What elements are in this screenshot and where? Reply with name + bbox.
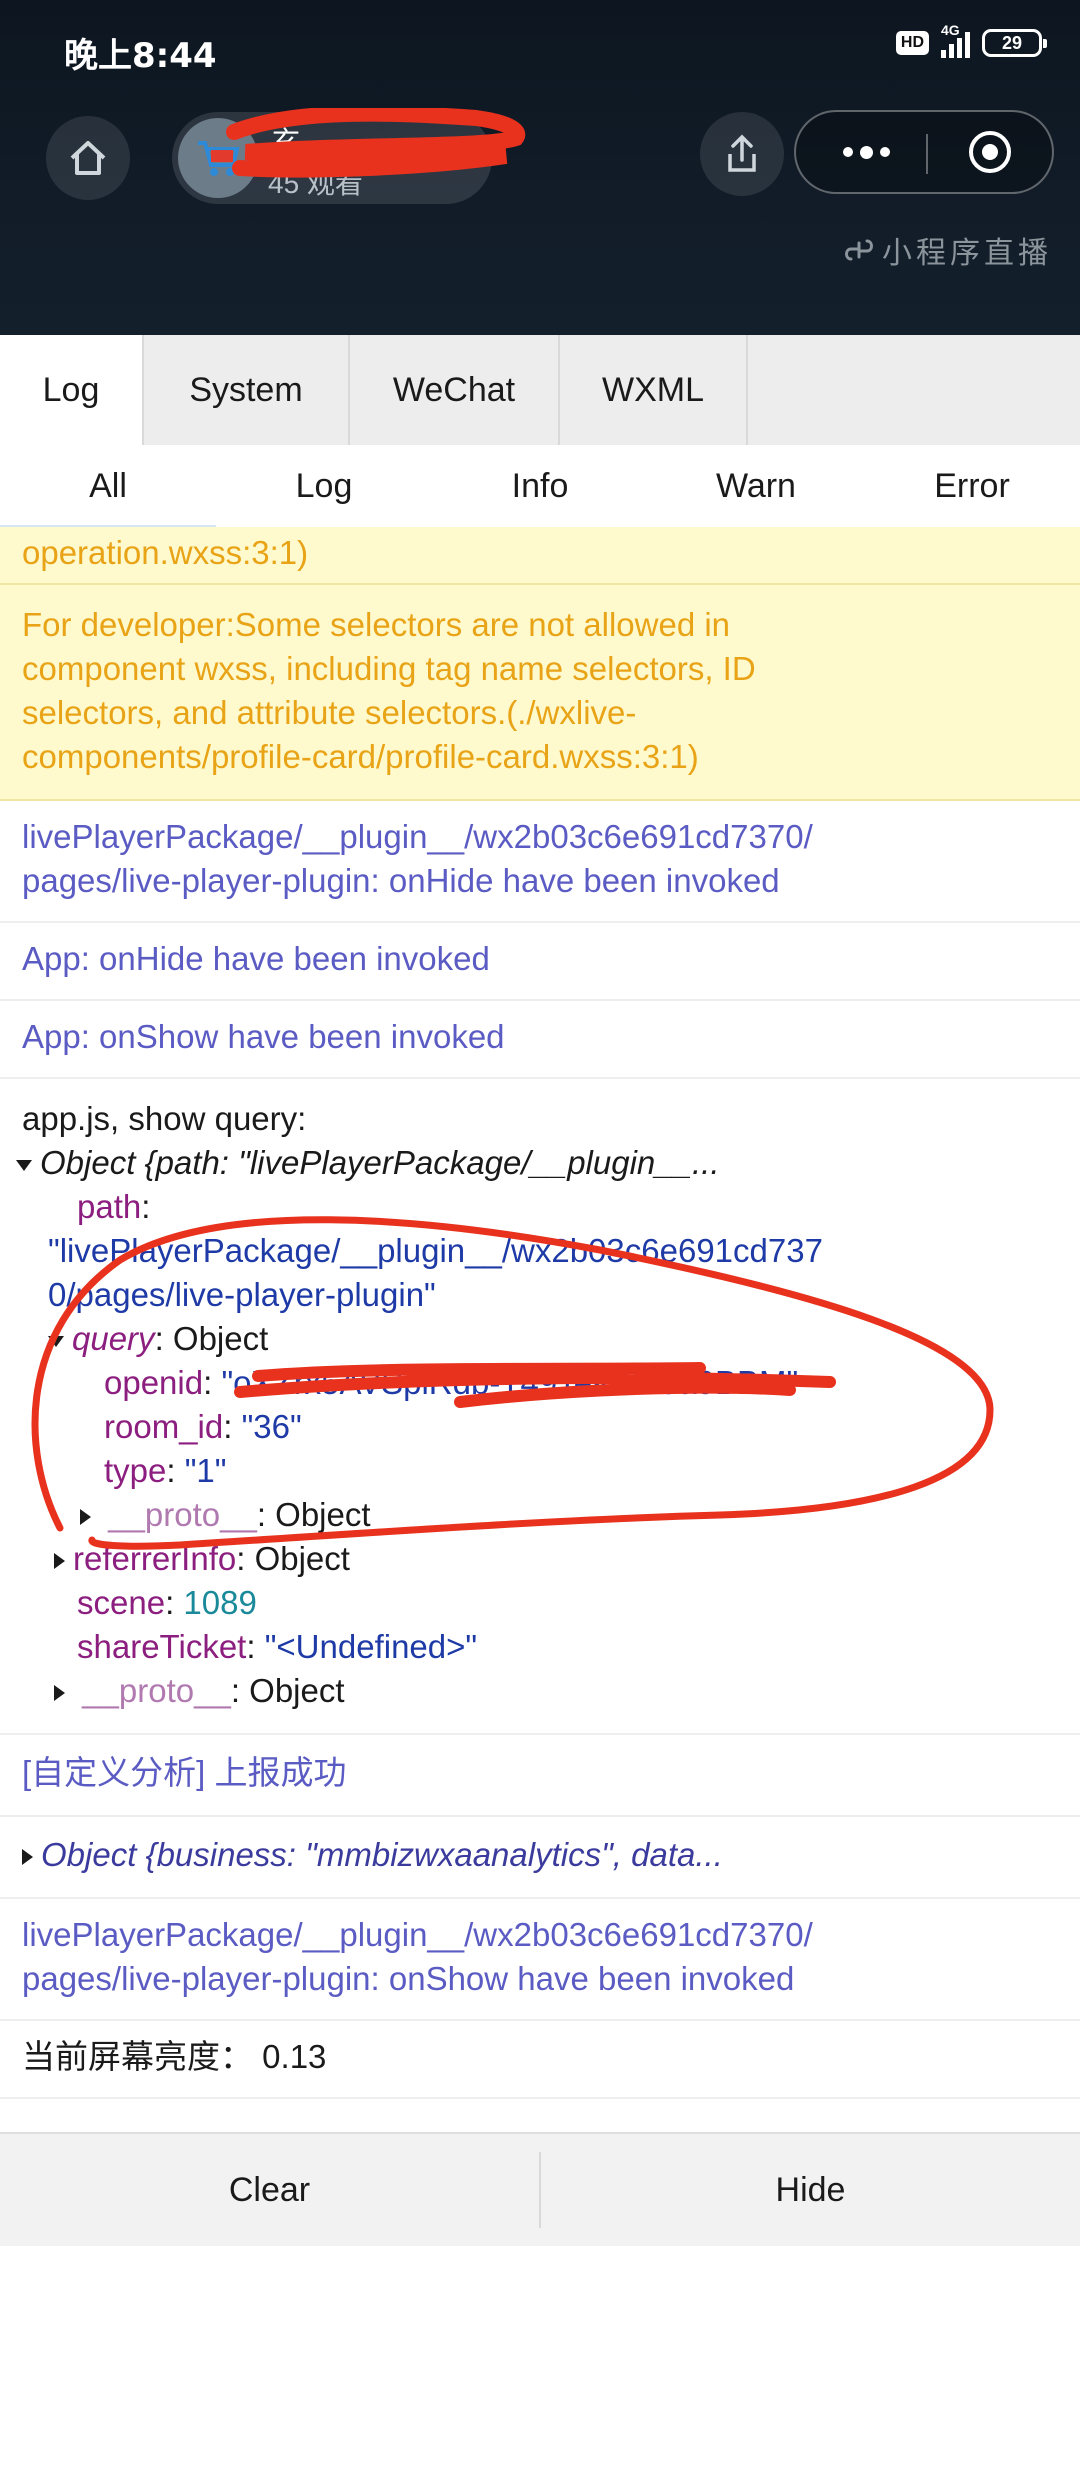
hd-icon: HD	[895, 31, 929, 55]
log-text: 当前屏幕亮度： 0.13	[22, 2038, 327, 2075]
prop-key: __proto__	[82, 1672, 231, 1709]
expand-arrow-icon	[80, 1509, 91, 1526]
log-entry-info: App: onShow have been invoked	[0, 1001, 1080, 1079]
tab-wechat[interactable]: WeChat	[350, 335, 560, 445]
prop-value: Object	[249, 1672, 345, 1709]
close-circle-icon	[969, 131, 1011, 173]
log-entry-warn: operation.wxss:3:1)	[0, 527, 1080, 585]
log-text: [自定义分析] 上报成功	[22, 1754, 347, 1791]
filter-all[interactable]: All	[0, 445, 216, 527]
prop-value: "36"	[241, 1408, 302, 1445]
log-entry-info: livePlayerPackage/__plugin__/wx2b03c6e69…	[0, 801, 1080, 923]
log-text: For developer:Some selectors are not all…	[22, 606, 731, 643]
tab-wxml[interactable]: WXML	[560, 335, 748, 445]
home-icon	[70, 141, 106, 175]
status-bar: 晚上8:44 HD 4G 29	[0, 0, 1080, 100]
home-button[interactable]	[46, 116, 130, 200]
log-text: pages/live-player-plugin: onShow have be…	[22, 1960, 795, 1997]
prop-key: query	[72, 1320, 155, 1357]
console-footer: Clear Hide	[0, 2132, 1080, 2246]
mini-program-live-label: 小程序直播	[842, 228, 1052, 272]
filter-log[interactable]: Log	[216, 445, 432, 527]
filter-warn[interactable]: Warn	[648, 445, 864, 527]
prop-key: room_id	[104, 1408, 224, 1445]
log-text: livePlayerPackage/__plugin__/wx2b03c6e69…	[22, 818, 813, 855]
status-icons: HD 4G 29	[895, 22, 1047, 58]
vconsole-panel: Log System WeChat WXML All Log Info Warn…	[0, 335, 1080, 2246]
prop-value: "livePlayerPackage/__plugin__/wx2b03c6e6…	[48, 1232, 823, 1269]
live-room-header: 晚上8:44 HD 4G 29 玄 45 观看 小程序直播	[0, 0, 1080, 335]
tab-log[interactable]: Log	[0, 335, 144, 445]
prop-value: "<Undefined>"	[264, 1628, 478, 1665]
prop-value: Object	[172, 1320, 269, 1357]
prop-key: openid	[104, 1364, 204, 1401]
proto-toggle[interactable]: __proto__: Object	[22, 1493, 1058, 1537]
prop-value: 1089	[183, 1584, 257, 1621]
log-entry-info: App: onHide have been invoked	[0, 923, 1080, 1001]
console-tabs: Log System WeChat WXML	[0, 335, 1080, 446]
expand-arrow-icon	[54, 1553, 65, 1570]
prop-value: 0/pages/live-player-plugin"	[48, 1276, 436, 1313]
log-entry-info: livePlayerPackage/__plugin__/wx2b03c6e69…	[0, 1899, 1080, 2021]
object-summary: Object {path: "livePlayerPackage/__plugi…	[40, 1144, 720, 1181]
log-text: component wxss, including tag name selec…	[22, 650, 756, 687]
expand-arrow-icon	[22, 1849, 33, 1866]
log-text: operation.wxss:3:1)	[22, 534, 309, 571]
prop-value: Object	[275, 1496, 371, 1533]
miniprogram-icon	[845, 239, 873, 261]
mini-program-label-text: 小程序直播	[882, 236, 1052, 271]
log-entry-info: [自定义分析] 上报成功	[0, 1735, 1080, 1817]
collapse-arrow-icon	[16, 1159, 32, 1171]
log-text: app.js, show query:	[22, 1100, 307, 1137]
log-entry-object[interactable]: Object {business: "mmbizwxaanalytics", d…	[0, 1817, 1080, 1899]
log-text: selectors, and attribute selectors.(./wx…	[22, 694, 637, 731]
battery-icon: 29	[982, 29, 1047, 57]
share-button[interactable]	[700, 112, 784, 196]
prop-value: Object	[254, 1540, 350, 1577]
more-button[interactable]	[816, 112, 916, 192]
network-type: 4G	[941, 22, 960, 38]
close-button[interactable]	[940, 112, 1040, 192]
prop-key: shareTicket	[77, 1628, 247, 1665]
filter-error[interactable]: Error	[864, 445, 1080, 527]
prop-key: path	[77, 1188, 142, 1225]
signal-icon: 4G	[941, 22, 970, 58]
expand-arrow-icon	[54, 1685, 65, 1702]
log-text: App: onShow have been invoked	[22, 1018, 505, 1055]
log-entry-warn: For developer:Some selectors are not all…	[0, 585, 1080, 801]
prop-key: __proto__	[108, 1496, 257, 1533]
object-toggle[interactable]: Object {path: "livePlayerPackage/__plugi…	[16, 1141, 1058, 1185]
tab-system[interactable]: System	[144, 335, 350, 445]
clear-button[interactable]: Clear	[0, 2134, 539, 2246]
capsule-menu	[794, 110, 1054, 194]
prop-value: "oXZrx5AVSpiRdb-T49TeKi6Z5a9BBM"	[221, 1364, 799, 1401]
query-toggle[interactable]: query: Object	[22, 1317, 1058, 1361]
redaction-scribble	[226, 108, 525, 178]
hide-button[interactable]: Hide	[541, 2134, 1080, 2246]
log-entry-log: 当前屏幕亮度： 0.13	[0, 2021, 1080, 2099]
prop-value: "1"	[184, 1452, 227, 1489]
prop-key: referrerInfo	[73, 1540, 237, 1577]
referrer-toggle[interactable]: referrerInfo: Object	[22, 1537, 1058, 1581]
proto-toggle[interactable]: __proto__: Object	[22, 1669, 1058, 1713]
filter-info[interactable]: Info	[432, 445, 648, 527]
status-time: 晚上8:44	[64, 36, 217, 76]
log-filters: All Log Info Warn Error	[0, 445, 1080, 529]
log-entry-query-object: app.js, show query: Object {path: "liveP…	[0, 1079, 1080, 1735]
log-text: App: onHide have been invoked	[22, 940, 490, 977]
object-summary: Object {business: "mmbizwxaanalytics", d…	[41, 1836, 723, 1873]
prop-key: type	[104, 1452, 167, 1489]
collapse-arrow-icon	[48, 1335, 64, 1347]
prop-key: scene	[77, 1584, 166, 1621]
log-text: livePlayerPackage/__plugin__/wx2b03c6e69…	[22, 1916, 813, 1953]
share-icon	[728, 134, 756, 172]
log-text: components/profile-card/profile-card.wxs…	[22, 738, 699, 775]
log-text: pages/live-player-plugin: onHide have be…	[22, 862, 780, 899]
